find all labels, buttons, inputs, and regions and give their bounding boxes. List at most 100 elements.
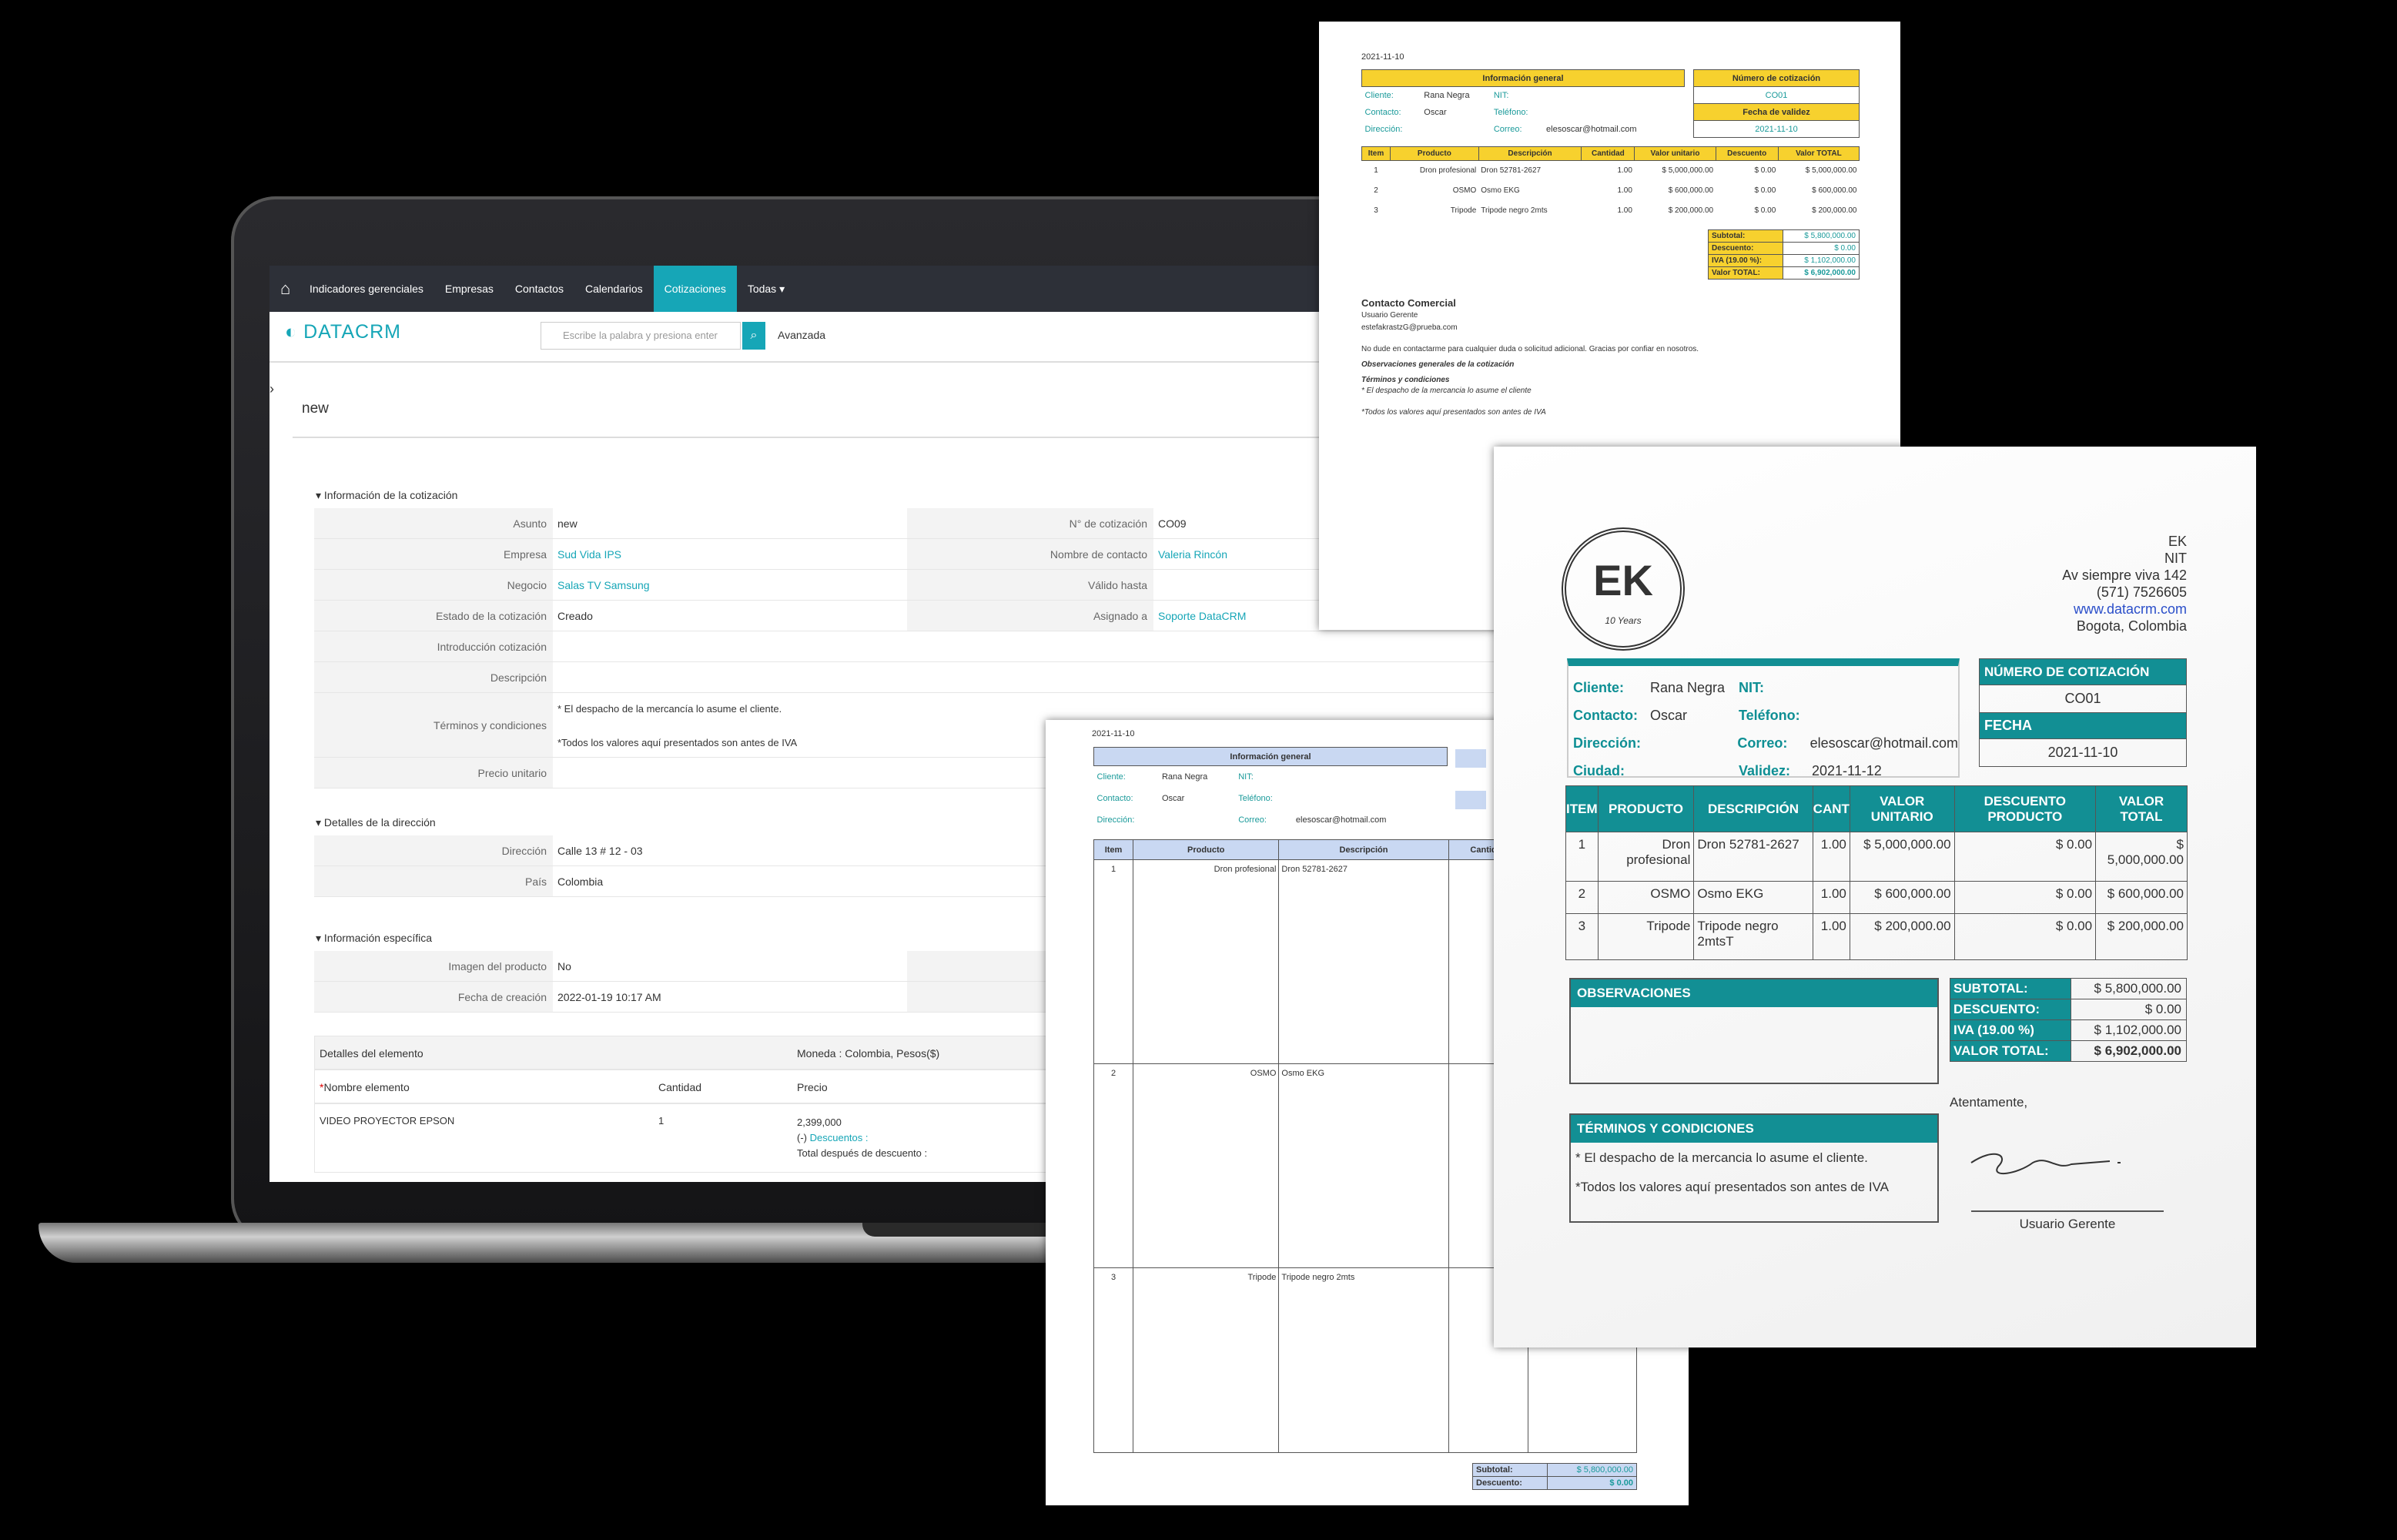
label-contacto: Contacto: [1573,708,1638,723]
total-row: Descuento: $ 0.00 [1472,1476,1638,1490]
value-introduccion[interactable] [553,631,1602,661]
label-terminos: Términos y condiciones [314,693,553,757]
company-web[interactable]: www.datacrm.com [2062,601,2187,618]
nav-indicadores[interactable]: Indicadores gerenciales [299,266,434,312]
nav-todas[interactable]: Todas ▾ [737,266,795,312]
col-header: Item [1361,146,1391,161]
table-cell: $ 0.00 [1754,186,1776,195]
value-asunto[interactable]: new [553,508,907,538]
value-descripcion[interactable] [553,662,1602,692]
label-direccion: Dirección: [1364,124,1403,134]
items-table: ITEM PRODUCTO DESCRIPCIÓN CANT VALOR UNITARI… [1565,785,2188,960]
table-cell: 1.00 [1812,913,1850,960]
col-nombre: *Nombre elemento [320,1081,410,1093]
value-telefono [1296,788,1448,809]
items-header-row: ItemProductoDescripciónCantidadValor uni… [1361,146,1860,161]
col-header: Valor TOTAL [1777,146,1860,161]
col-nombre-label: Nombre elemento [323,1081,410,1093]
total-row: IVA (19.00 %): $ 1,102,000.00 [1708,254,1860,267]
logo-text: DATACRM [303,321,401,343]
label-nit: NIT: [1739,680,1764,695]
company-address: Av siempre viva 142 [2062,567,2187,583]
sidebar-toggle-icon[interactable]: › [269,381,274,397]
section-direccion[interactable]: ▾ Detalles de la dirección [316,816,436,829]
terms-title: TÉRMINOS Y CONDICIONES [1571,1115,1937,1143]
total-label: DESCUENTO: [1949,999,2072,1020]
value-correo: elesoscar@hotmail.com [1809,735,1958,751]
table-cell: $ 200,000.00 [1812,206,1857,215]
value-num-cotizacion: CO01 [1979,685,2187,713]
value-pais[interactable]: Colombia [553,866,907,896]
value-direccion [1424,121,1494,138]
table-cell: Tripode negro 2mts [1278,1267,1449,1453]
value-imagen[interactable]: No [553,951,907,981]
label-telefono: Teléfono: [1238,793,1273,803]
signature-icon [1970,1153,2121,1175]
label-ciudad: Ciudad: [1573,763,1625,778]
general-info-title: Información general [1093,747,1448,766]
table-row: 1 Dron profesional Dron 52781-2627 1.00 $ 5,… [1362,161,1860,181]
table-cell: $ 0.00 [1953,832,2097,882]
section-especifica[interactable]: ▾ Información específica [316,932,432,945]
table-cell: 2 [1093,1063,1133,1268]
home-icon[interactable]: ⌂ [269,266,299,312]
logo-text: EK [1593,556,1653,604]
label-estado: Estado de la cotización [314,601,553,631]
nav-contactos[interactable]: Contactos [504,266,574,312]
label-contacto: Contacto: [1096,793,1133,803]
advanced-search-link[interactable]: Avanzada [778,329,825,341]
total-value: $ 6,902,000.00 [1782,266,1860,280]
table-cell: 1 [1093,859,1133,1064]
item-name[interactable]: VIDEO PROYECTOR EPSON [315,1104,654,1172]
table-cell: 1 [1565,832,1599,882]
table-cell: $ 0.00 [1953,881,2097,914]
label-correo: Correo: [1238,815,1267,825]
table-cell: 1.00 [1617,206,1632,215]
field-row: Descripción [314,662,1602,693]
search-icon[interactable]: ⌕ [742,322,765,350]
nav-calendarios[interactable]: Calendarios [574,266,654,312]
signer-name: Usuario Gerente [2019,1217,2116,1231]
total-label: IVA (19.00 %) [1949,1019,2072,1041]
label-num-cotizacion: Número de cotización [1693,69,1860,87]
table-cell: Osmo EKG [1693,881,1813,914]
table-cell: $ 200,000.00 [2095,913,2188,960]
table-row: 2 OSMO Osmo EKG 1.00 $ 600,000.00 $ 0.00 $ 600… [1362,181,1860,201]
table-cell: $ 600,000.00 [2095,881,2188,914]
table-cell: 1 [1374,166,1378,176]
total-value: $ 5,800,000.00 [2071,978,2187,999]
nav-cotizaciones[interactable]: Cotizaciones [653,266,737,312]
observations-box: OBSERVACIONES [1569,978,1939,1084]
nav-empresas[interactable]: Empresas [434,266,504,312]
label-fecha-validez: Fecha de validez [1693,103,1860,121]
commercial-contact-title: Contacto Comercial [1361,297,1456,309]
table-cell: Osmo EKG [1278,1063,1449,1268]
label-telefono: Teléfono: [1493,107,1528,117]
label-contacto: Nombre de contacto [907,539,1153,569]
table-row: 2 OSMO Osmo EKG 1.00 $ 600,000.00 $ 0.00 $ 600… [1565,881,2188,914]
terms-box: TÉRMINOS Y CONDICIONES * El despacho de … [1569,1113,1939,1223]
terms-title: Términos y condiciones [1361,376,1450,384]
total-value: $ 0.00 [1546,1476,1638,1490]
item-qty[interactable]: 1 [654,1104,792,1172]
logo-icon: ◐ [285,321,298,343]
label-nit: NIT: [1238,772,1254,782]
value-empresa[interactable]: Sud Vida IPS [553,539,907,569]
descuentos-link[interactable]: Descuentos : [810,1132,869,1143]
section-info-cotizacion[interactable]: ▾ Información de la cotización [316,489,457,502]
search-input[interactable]: Escribe la palabra y presiona enter [541,322,741,350]
value-direccion[interactable]: Calle 13 # 12 - 03 [553,835,907,865]
label-valido: Válido hasta [907,570,1153,600]
value-estado[interactable]: Creado [553,601,907,631]
term-line: * El despacho de la mercancia lo asume e… [1361,387,1532,395]
label-validez: Validez: [1739,763,1791,778]
label-empresa: Empresa [314,539,553,569]
value-fecha-validez: 2021-11-10 [1693,120,1860,138]
col-header: Descripción [1478,146,1582,161]
table-cell: $ 600,000.00 [1849,881,1955,914]
value-negocio[interactable]: Salas TV Samsung [553,570,907,600]
total-row: VALOR TOTAL: $ 6,902,000.00 [1949,1040,2187,1062]
total-row: DESCUENTO: $ 0.00 [1949,999,2187,1020]
table-cell: Tripode negro 2mtsT [1693,913,1813,960]
observations-title: Observaciones generales de la cotización [1361,360,1515,369]
